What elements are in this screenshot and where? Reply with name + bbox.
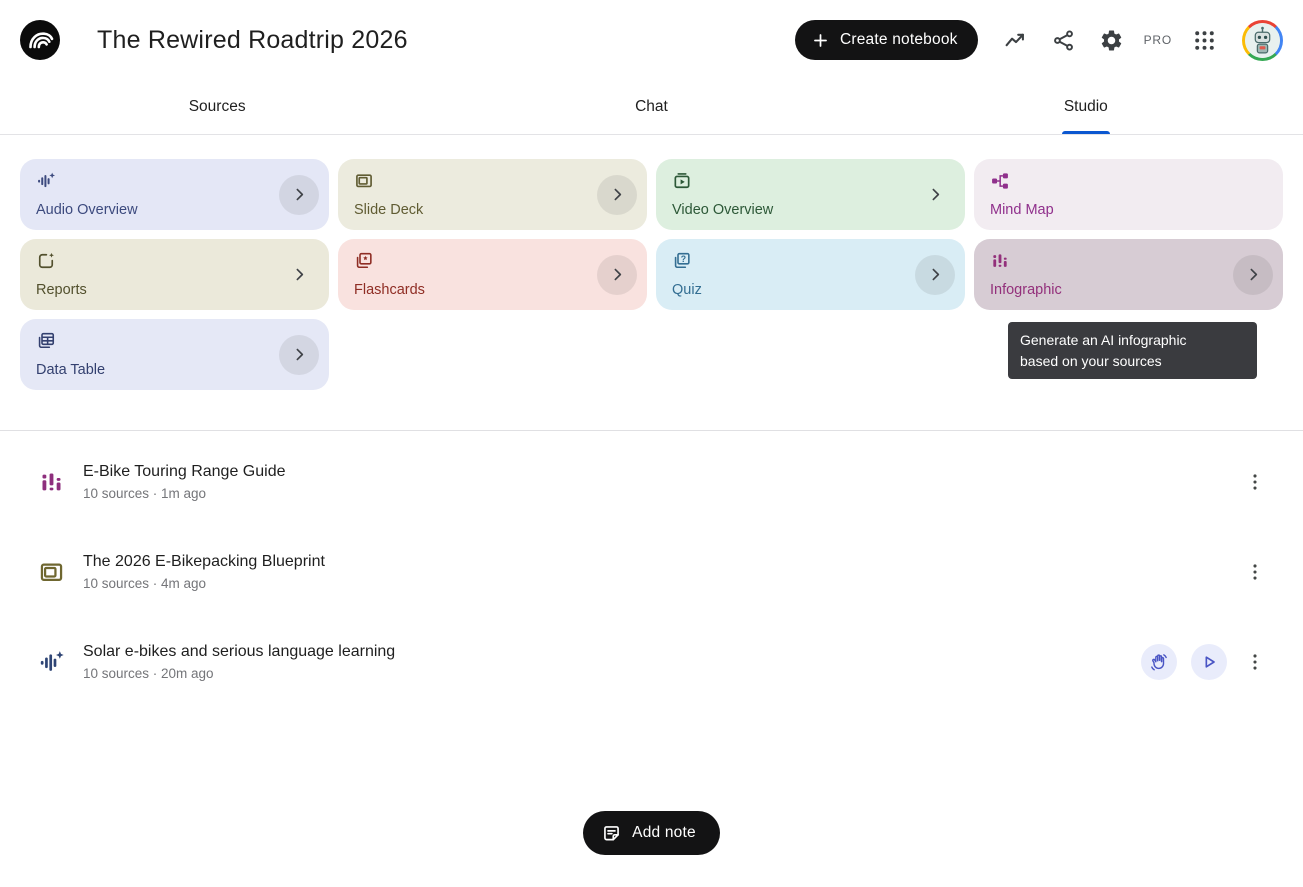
- add-note-label: Add note: [632, 824, 696, 842]
- studio-card-label: Mind Map: [990, 202, 1267, 218]
- plus-icon: [811, 31, 830, 50]
- chevron-right-icon[interactable]: [1233, 255, 1273, 295]
- mind-map-icon: [990, 171, 1267, 191]
- item-menu-button[interactable]: [1241, 550, 1269, 594]
- app-header: The Rewired Roadtrip 2026 Create noteboo…: [0, 0, 1303, 80]
- svg-text:?: ?: [681, 254, 686, 264]
- tab-label: Chat: [635, 98, 668, 116]
- studio-card-infographic[interactable]: Infographic: [974, 239, 1283, 310]
- item-meta: 10 sources · 4m ago: [83, 576, 325, 591]
- chevron-right-icon[interactable]: [915, 255, 955, 295]
- studio-card-label: Flashcards: [354, 282, 631, 298]
- studio-card-reports[interactable]: Reports: [20, 239, 329, 310]
- studio-item-the-2026-e-bikepacking-blueprint[interactable]: The 2026 E-Bikepacking Blueprint 10 sour…: [20, 527, 1283, 617]
- studio-card-audio-overview[interactable]: Audio Overview: [20, 159, 329, 230]
- active-tab-indicator: [1062, 131, 1110, 134]
- audio-waveform-icon: [36, 171, 313, 191]
- tab-label: Studio: [1064, 98, 1108, 116]
- studio-card-label: Infographic: [990, 282, 1267, 298]
- three-dot-menu-icon: [1244, 561, 1266, 583]
- tab-chat[interactable]: Chat: [434, 80, 868, 134]
- share-icon: [1051, 28, 1076, 53]
- studio-output-list: E-Bike Touring Range Guide 10 sources · …: [0, 431, 1303, 707]
- item-text: Solar e-bikes and serious language learn…: [83, 643, 395, 681]
- item-text: The 2026 E-Bikepacking Blueprint 10 sour…: [83, 553, 325, 591]
- three-dot-menu-icon: [1244, 651, 1266, 673]
- quiz-cards-icon: ?: [672, 251, 949, 271]
- infographic-bars-icon: [38, 469, 65, 496]
- add-note-button[interactable]: Add note: [583, 811, 720, 855]
- chevron-right-icon[interactable]: [915, 175, 955, 215]
- three-dot-menu-icon: [1244, 471, 1266, 493]
- chevron-right-icon[interactable]: [279, 255, 319, 295]
- tab-studio[interactable]: Studio: [869, 80, 1303, 134]
- studio-card-label: Slide Deck: [354, 202, 631, 218]
- share-button[interactable]: [1040, 16, 1088, 64]
- item-actions: [1241, 550, 1283, 594]
- studio-item-solar-e-bikes-and-serious-language-learning[interactable]: Solar e-bikes and serious language learn…: [20, 617, 1283, 707]
- studio-card-data-table[interactable]: Data Table: [20, 319, 329, 390]
- item-actions: [1241, 460, 1283, 504]
- studio-card-mind-map[interactable]: Mind Map: [974, 159, 1283, 230]
- chevron-right-icon[interactable]: [279, 175, 319, 215]
- tab-sources[interactable]: Sources: [0, 80, 434, 134]
- infographic-tooltip: Generate an AI infographic based on your…: [1008, 322, 1257, 379]
- studio-card-label: Quiz: [672, 282, 949, 298]
- create-notebook-label: Create notebook: [840, 31, 958, 49]
- flashcards-icon: [354, 251, 631, 271]
- item-title: E-Bike Touring Range Guide: [83, 463, 286, 481]
- account-avatar[interactable]: [1242, 20, 1283, 61]
- studio-card-label: Data Table: [36, 362, 313, 378]
- studio-card-quiz[interactable]: ? Quiz: [656, 239, 965, 310]
- apps-grid-button[interactable]: [1180, 16, 1228, 64]
- studio-card-video-overview[interactable]: Video Overview: [656, 159, 965, 230]
- studio-card-label: Video Overview: [672, 202, 949, 218]
- footer: Add note: [0, 811, 1303, 855]
- item-menu-button[interactable]: [1241, 640, 1269, 684]
- tooltip-line-2: based on your sources: [1020, 351, 1245, 372]
- item-text: E-Bike Touring Range Guide 10 sources · …: [83, 463, 286, 501]
- slide-deck-icon: [354, 171, 631, 191]
- studio-card-label: Reports: [36, 282, 313, 298]
- item-meta: 10 sources · 1m ago: [83, 486, 286, 501]
- waving-hand-icon: [1149, 652, 1169, 672]
- pro-badge: PRO: [1144, 33, 1172, 47]
- notebooklm-logo-icon[interactable]: [20, 20, 60, 60]
- studio-card-slide-deck[interactable]: Slide Deck: [338, 159, 647, 230]
- analytics-button[interactable]: [992, 16, 1040, 64]
- item-title: The 2026 E-Bikepacking Blueprint: [83, 553, 325, 571]
- interactive-mode-button[interactable]: [1141, 644, 1177, 680]
- trending-up-icon: [1003, 28, 1028, 53]
- tooltip-line-1: Generate an AI infographic: [1020, 330, 1245, 351]
- audio-waveform-icon: [38, 649, 65, 676]
- play-icon: [1199, 652, 1219, 672]
- chevron-right-icon[interactable]: [597, 175, 637, 215]
- chevron-right-icon[interactable]: [597, 255, 637, 295]
- studio-card-label: Audio Overview: [36, 202, 313, 218]
- settings-gear-icon: [1099, 28, 1124, 53]
- slide-deck-icon: [38, 559, 65, 586]
- item-menu-button[interactable]: [1241, 460, 1269, 504]
- settings-button[interactable]: [1088, 16, 1136, 64]
- report-sparkle-icon: [36, 251, 313, 271]
- data-table-icon: [36, 331, 313, 351]
- header-icon-buttons: [992, 16, 1136, 64]
- item-meta: 10 sources · 20m ago: [83, 666, 395, 681]
- item-actions: [1141, 640, 1283, 684]
- studio-card-flashcards[interactable]: Flashcards: [338, 239, 647, 310]
- panel-tabs: Sources Chat Studio: [0, 80, 1303, 135]
- notebook-title[interactable]: The Rewired Roadtrip 2026: [97, 26, 408, 55]
- tab-label: Sources: [189, 98, 246, 116]
- apps-grid-icon: [1192, 28, 1217, 53]
- play-audio-button[interactable]: [1191, 644, 1227, 680]
- robot-avatar-image: [1245, 23, 1280, 58]
- note-icon: [601, 823, 622, 844]
- item-title: Solar e-bikes and serious language learn…: [83, 643, 395, 661]
- chevron-right-icon[interactable]: [279, 335, 319, 375]
- studio-item-e-bike-touring-range-guide[interactable]: E-Bike Touring Range Guide 10 sources · …: [20, 437, 1283, 527]
- create-notebook-button[interactable]: Create notebook: [795, 20, 978, 60]
- header-actions: Create notebook PRO: [795, 16, 1283, 64]
- infographic-bars-icon: [990, 251, 1267, 271]
- video-overview-icon: [672, 171, 949, 191]
